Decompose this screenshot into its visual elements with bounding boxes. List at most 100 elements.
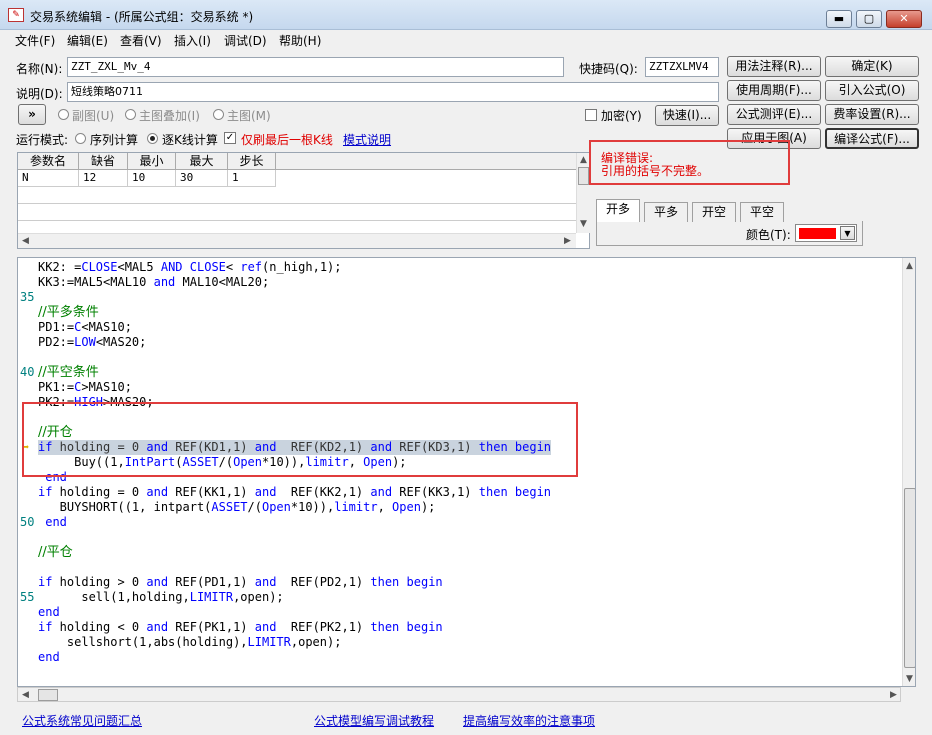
code-line[interactable]: BUYSHORT((1, intpart(ASSET/(Open*10)),li… — [38, 500, 436, 515]
code-line[interactable]: //平空条件 — [38, 365, 99, 380]
shortcut-input[interactable]: ZZTZXLMV4 — [645, 57, 719, 77]
grid-row-empty[interactable] — [18, 187, 576, 204]
code-comment: //平仓 — [38, 545, 73, 560]
param-default-header: 缺省 — [79, 153, 128, 170]
code-line[interactable]: end — [38, 515, 67, 530]
code-line[interactable]: if holding < 0 and REF(PK1,1) and REF(PK… — [38, 620, 443, 635]
confirm-button[interactable]: 确定(K) — [825, 56, 919, 77]
grid-scroll-up-icon[interactable]: ▲ — [580, 155, 587, 165]
menu-insert[interactable]: 插入(I) — [174, 32, 211, 49]
last-bar-label: 仅刷最后一根K线 — [241, 133, 333, 147]
faq-link[interactable]: 公式系统常见问题汇总 — [22, 712, 142, 729]
grid-scroll-right-icon[interactable]: ▶ — [564, 236, 571, 246]
param-name-header: 参数名 — [18, 153, 79, 170]
sub-chart-label: 副图(U) — [72, 109, 115, 123]
formula-test-button[interactable]: 公式测评(E)... — [727, 104, 821, 125]
fee-settings-button[interactable]: 费率设置(R)... — [825, 104, 919, 125]
bar-calc-radio[interactable] — [147, 133, 158, 144]
compile-formula-button[interactable]: 编译公式(F)... — [825, 128, 919, 149]
editor-vscroll-thumb[interactable] — [904, 488, 915, 668]
main-chart-label: 主图(M) — [227, 109, 271, 123]
param-name-cell[interactable]: N — [18, 170, 79, 187]
param-min-header: 最小 — [128, 153, 176, 170]
usage-notes-button[interactable]: 用法注释(R)... — [727, 56, 821, 77]
menu-help[interactable]: 帮助(H) — [279, 32, 321, 49]
serial-calc-label: 序列计算 — [90, 133, 139, 147]
scroll-right-icon[interactable]: ▶ — [890, 690, 897, 700]
name-input[interactable]: ZZT_ZXL_Mv_4 — [67, 57, 564, 77]
scroll-down-icon[interactable]: ▼ — [906, 674, 913, 684]
maximize-button[interactable]: ▢ — [856, 10, 882, 28]
sub-chart-radio[interactable] — [58, 109, 69, 120]
encrypt-label: 加密(Y) — [601, 109, 642, 123]
code-line[interactable]: KK2: =CLOSE<MAL5 AND CLOSE< ref(n_high,1… — [38, 260, 342, 275]
code-highlight-box — [22, 402, 578, 477]
params-grid[interactable]: 参数名 缺省 最小 最大 步长 N 12 10 30 1 ▲ ▼ ◀ ▶ — [17, 152, 590, 249]
tab-open-short[interactable]: 开空 — [692, 202, 736, 222]
code-line[interactable]: if holding > 0 and REF(PD1,1) and REF(PD… — [38, 575, 443, 590]
code-line[interactable]: //平仓 — [38, 545, 73, 560]
grid-scroll-down-icon[interactable]: ▼ — [580, 219, 587, 229]
editor-hscroll[interactable]: ◀ ▶ — [17, 687, 901, 702]
code-line[interactable]: end — [38, 650, 60, 665]
code-line[interactable]: KK3:=MAL5<MAL10 and MAL10<MAL20; — [38, 275, 269, 290]
param-step-header: 步长 — [228, 153, 276, 170]
menu-debug[interactable]: 调试(D) — [224, 32, 267, 49]
main-overlay-radio[interactable] — [125, 109, 136, 120]
scroll-up-icon[interactable]: ▲ — [906, 261, 913, 271]
code-line[interactable]: sell(1,holding,LIMITR,open); — [38, 590, 283, 605]
code-line[interactable]: if holding = 0 and REF(KK1,1) and REF(KK… — [38, 485, 551, 500]
quick-button[interactable]: 快速(I)... — [655, 105, 719, 126]
grid-vscroll-thumb[interactable] — [578, 167, 589, 185]
import-formula-button[interactable]: 引入公式(O) — [825, 80, 919, 101]
line-number: 40 — [20, 365, 35, 379]
code-line[interactable]: sellshort(1,abs(holding),LIMITR,open); — [38, 635, 342, 650]
description-label: 说明(D): — [16, 87, 63, 101]
param-max-cell[interactable]: 30 — [176, 170, 228, 187]
editor-hscroll-thumb[interactable] — [38, 689, 58, 701]
description-input[interactable]: 短线策略0711 — [67, 82, 719, 102]
menu-view[interactable]: 查看(V) — [120, 32, 162, 49]
title-bar: ✎ 交易系统编辑 - (所属公式组：交易系统 *) ▬ ▢ ✕ — [0, 0, 932, 30]
tab-close-long[interactable]: 平多 — [644, 202, 688, 222]
minimize-button[interactable]: ▬ — [826, 10, 852, 28]
menu-file[interactable]: 文件(F) — [15, 32, 55, 49]
mode-help-link[interactable]: 模式说明 — [343, 131, 391, 148]
main-overlay-label: 主图叠加(I) — [139, 109, 200, 123]
color-picker[interactable]: ▼ — [795, 224, 857, 242]
param-default-cell[interactable]: 12 — [79, 170, 128, 187]
close-button[interactable]: ✕ — [886, 10, 922, 28]
param-max-header: 最大 — [176, 153, 228, 170]
shortcut-label: 快捷码(Q): — [579, 62, 638, 76]
editor-vscroll[interactable]: ▲ ▼ — [902, 258, 915, 686]
menu-edit[interactable]: 编辑(E) — [67, 32, 108, 49]
param-min-cell[interactable]: 10 — [128, 170, 176, 187]
grid-scroll-left-icon[interactable]: ◀ — [22, 236, 29, 246]
line-number: 35 — [20, 290, 35, 304]
scroll-left-icon[interactable]: ◀ — [22, 690, 29, 700]
tab-open-long[interactable]: 开多 — [596, 199, 640, 222]
tips-link[interactable]: 提高编写效率的注意事项 — [463, 712, 595, 729]
encrypt-checkbox[interactable] — [585, 109, 597, 121]
param-step-cell[interactable]: 1 — [228, 170, 276, 187]
expand-button[interactable]: » — [18, 104, 46, 125]
code-line[interactable]: PK1:=C>MAS10; — [38, 380, 132, 395]
chevron-down-icon[interactable]: ▼ — [840, 226, 855, 240]
bar-calc-label: 逐K线计算 — [162, 133, 218, 147]
grid-hscroll[interactable]: ◀ ▶ — [18, 233, 576, 248]
serial-calc-radio[interactable] — [75, 133, 86, 144]
tab-close-short[interactable]: 平空 — [740, 202, 784, 222]
usage-period-button[interactable]: 使用周期(F)... — [727, 80, 821, 101]
main-chart-radio[interactable] — [213, 109, 224, 120]
grid-vscroll[interactable]: ▲ ▼ — [576, 153, 590, 233]
code-line[interactable]: end — [38, 605, 60, 620]
tutorial-link[interactable]: 公式模型编写调试教程 — [314, 712, 434, 729]
app-icon: ✎ — [8, 8, 24, 22]
color-swatch — [799, 228, 836, 239]
grid-row-empty[interactable] — [18, 204, 576, 221]
code-line[interactable]: PD1:=C<MAS10; — [38, 320, 132, 335]
code-line[interactable]: PD2:=LOW<MAS20; — [38, 335, 146, 350]
last-bar-checkbox[interactable]: ✓ — [224, 132, 236, 144]
code-line[interactable]: //平多条件 — [38, 305, 99, 320]
line-number: 55 — [20, 590, 35, 604]
